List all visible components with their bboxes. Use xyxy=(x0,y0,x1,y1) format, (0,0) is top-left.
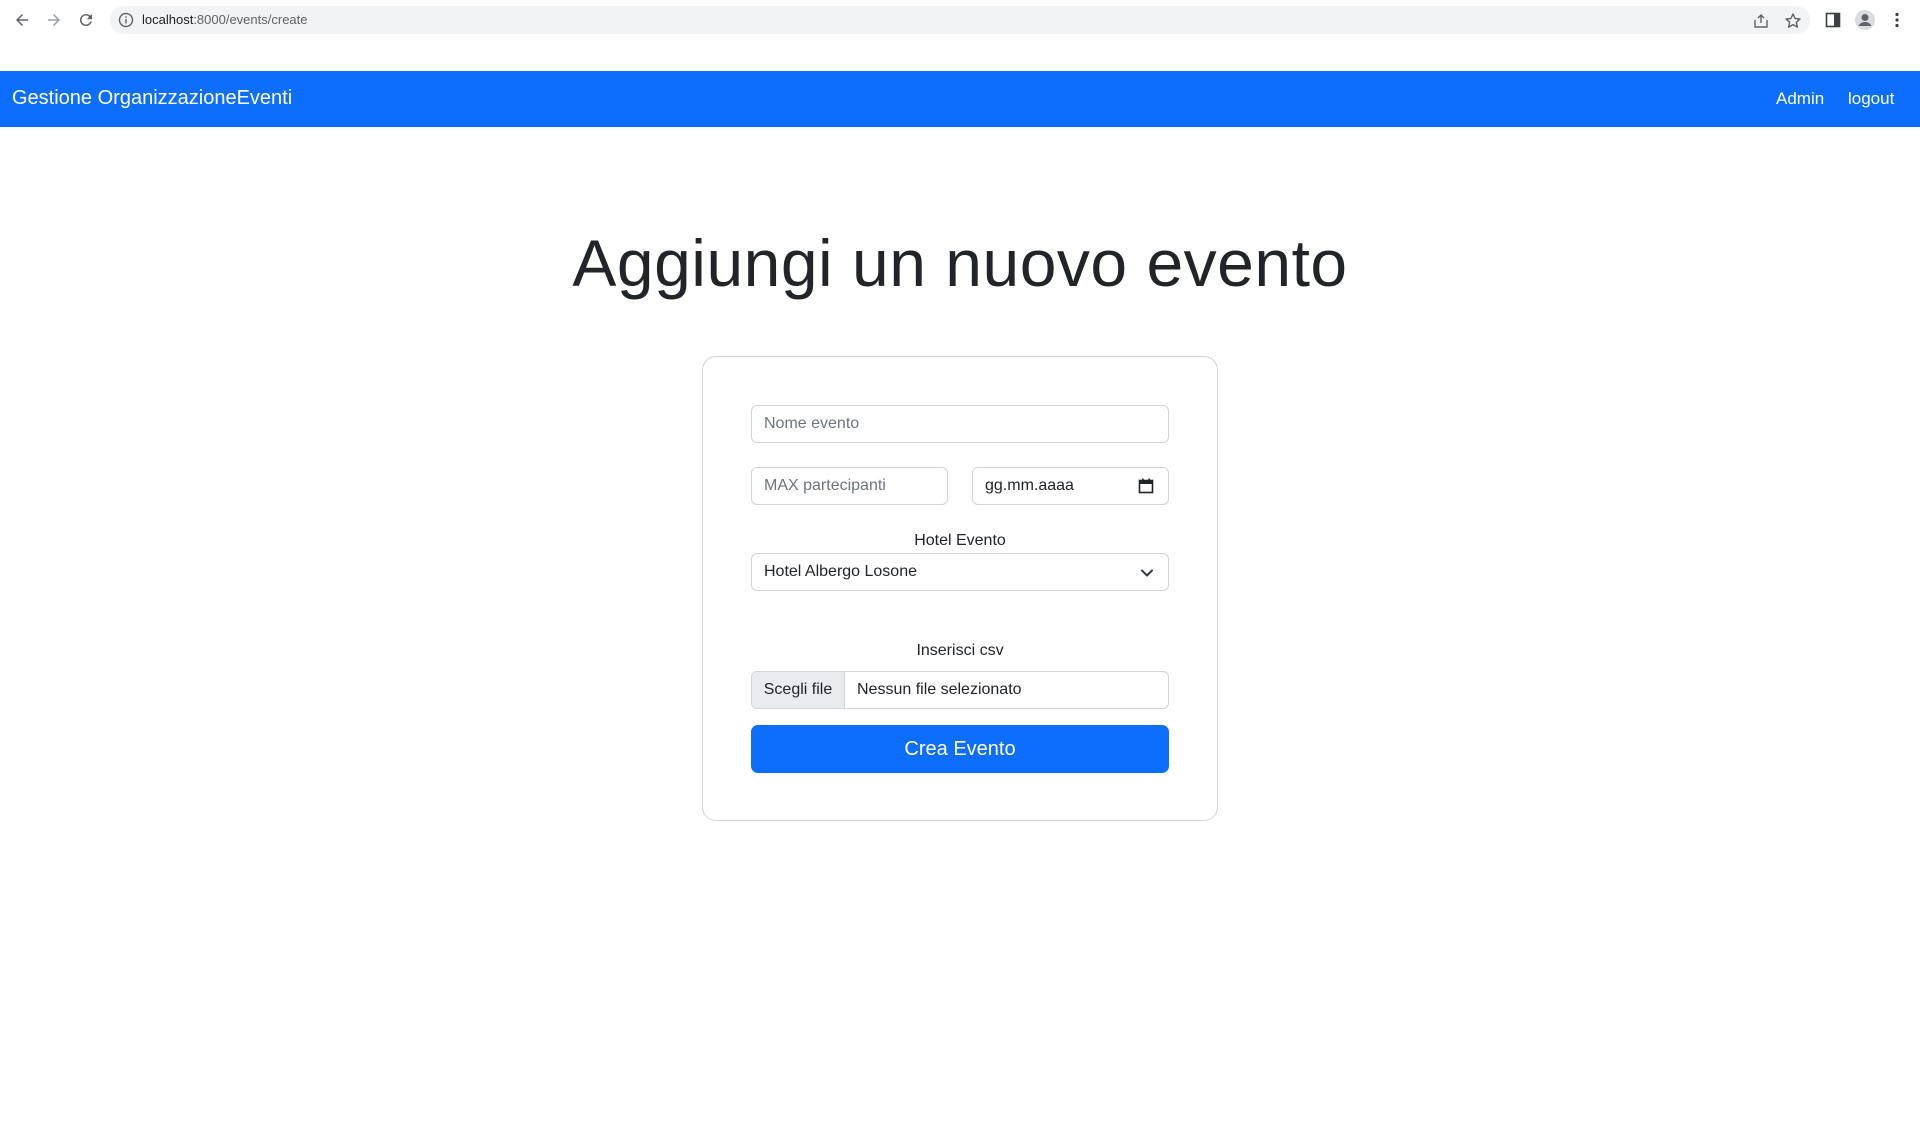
event-name-input[interactable] xyxy=(751,405,1169,443)
navbar: Gestione OrganizzazioneEventi Admin logo… xyxy=(0,71,1920,127)
choose-file-button[interactable]: Scegli file xyxy=(752,672,845,708)
side-panel-button[interactable] xyxy=(1822,9,1844,31)
star-icon[interactable] xyxy=(1784,12,1802,30)
browser-toolbar: localhost:8000/events/create xyxy=(0,0,1920,41)
hotel-label: Hotel Evento xyxy=(914,532,1006,549)
arrow-right-icon xyxy=(48,14,60,26)
nav-link-logout[interactable]: logout xyxy=(1848,89,1894,109)
url-host: localhost xyxy=(142,12,194,27)
url-path: :8000/events/create xyxy=(193,12,308,27)
date-placeholder: gg.mm.aaaa xyxy=(985,477,1074,494)
max-participants-input[interactable] xyxy=(751,467,948,505)
file-status: Nessun file selezionato xyxy=(857,681,1022,698)
hotel-selected-value: Hotel Albergo Losone xyxy=(764,563,917,580)
browser-chrome: localhost:8000/events/create xyxy=(0,0,1920,71)
info-icon xyxy=(118,12,134,28)
reload-button[interactable] xyxy=(70,4,102,36)
profile-button[interactable] xyxy=(1854,9,1876,31)
arrow-left-icon xyxy=(16,14,28,26)
side-panel-icon xyxy=(1825,12,1841,28)
url-text: localhost:8000/events/create xyxy=(142,12,308,27)
calendar-icon[interactable] xyxy=(1138,478,1154,494)
address-bar[interactable]: localhost:8000/events/create xyxy=(110,6,1810,34)
page-title: Aggiungi un nuovo evento xyxy=(572,226,1348,300)
hotel-select[interactable]: Hotel Albergo Losone xyxy=(751,553,1169,591)
share-icon[interactable] xyxy=(1752,12,1770,30)
csv-file-input[interactable]: Scegli file Nessun file selezionato xyxy=(751,671,1169,709)
csv-label: Inserisci csv xyxy=(916,642,1004,659)
chevron-down-icon xyxy=(1141,569,1153,577)
back-button[interactable] xyxy=(6,4,38,36)
menu-button[interactable] xyxy=(1886,9,1908,31)
reload-icon xyxy=(79,14,92,27)
avatar-icon xyxy=(1855,10,1875,30)
event-form-card: gg.mm.aaaa Hotel Evento Hotel Albergo Lo… xyxy=(702,356,1218,821)
navbar-brand[interactable]: Gestione OrganizzazioneEventi xyxy=(12,87,292,110)
forward-button[interactable] xyxy=(38,4,70,36)
nav-link-admin[interactable]: Admin xyxy=(1776,89,1824,109)
create-event-button[interactable]: Crea Evento xyxy=(751,725,1169,773)
kebab-menu-icon xyxy=(1895,12,1899,28)
event-date-input[interactable]: gg.mm.aaaa xyxy=(972,467,1169,505)
